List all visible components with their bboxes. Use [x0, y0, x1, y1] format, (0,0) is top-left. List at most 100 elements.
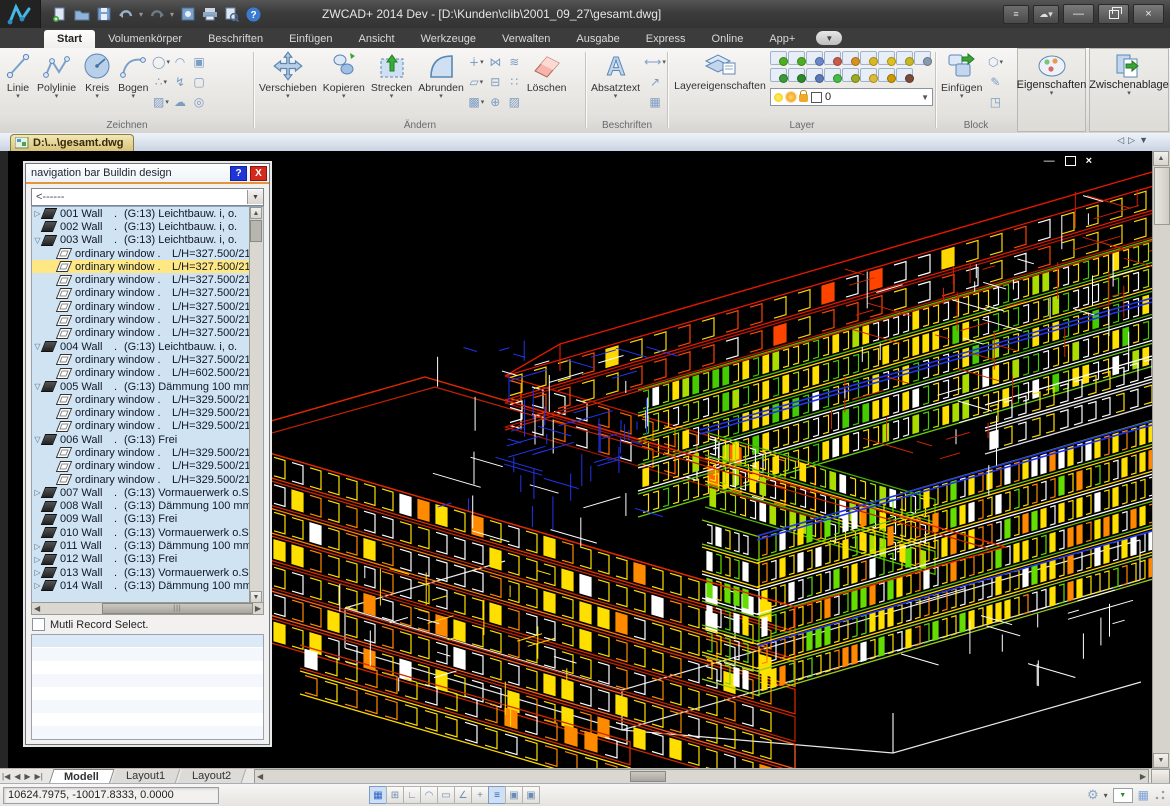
- linie-button[interactable]: Linie▾: [2, 48, 34, 99]
- aendern-tool-icon-5[interactable]: ∷: [505, 72, 524, 92]
- tree-row[interactable]: ordinary window .L/H=327.500/210.00: [32, 327, 263, 340]
- tree-row[interactable]: ordinary window .L/H=329.500/210.00: [32, 473, 263, 486]
- hscroll-right-icon[interactable]: ▶: [1140, 772, 1146, 781]
- scroll-down-icon[interactable]: ▼: [1153, 753, 1169, 768]
- beschriften-tool-icon-0[interactable]: ⟷▾: [643, 52, 667, 72]
- ribbon-tab-ansicht[interactable]: Ansicht: [346, 30, 408, 48]
- ribbon-tab-ausgabe[interactable]: Ausgabe: [563, 30, 632, 48]
- layout-tab-layout1[interactable]: Layout1: [111, 769, 180, 783]
- ribbon-tab-start[interactable]: Start: [44, 30, 95, 48]
- tree-row-selected[interactable]: ordinary window .L/H=327.500/210.00: [32, 260, 263, 273]
- tree-row[interactable]: ▷013 Wall.(G:13) Vormauerwerk o.S.,: [32, 566, 263, 579]
- print-icon[interactable]: [201, 6, 218, 23]
- aendern-tool-icon-3[interactable]: ▱▾: [467, 72, 486, 92]
- cloud-icon[interactable]: ☁▾: [1033, 5, 1059, 24]
- status-toggle-angle[interactable]: ∠: [454, 786, 472, 804]
- tree-row[interactable]: ▷007 Wall.(G:13) Vormauerwerk o.S.,: [32, 486, 263, 499]
- tree-row[interactable]: ordinary window .L/H=327.500/210.00: [32, 247, 263, 260]
- help-icon[interactable]: ?: [245, 6, 262, 23]
- beschriften-tool-icon-1[interactable]: ↗: [643, 72, 667, 92]
- tree-row[interactable]: ordinary window .L/H=329.500/210.00: [32, 406, 263, 419]
- canvas-horizontal-scrollbar[interactable]: ◀ ▶: [254, 769, 1149, 784]
- ribbon-tab-beschriften[interactable]: Beschriften: [195, 30, 276, 48]
- plot-icon[interactable]: [179, 6, 196, 23]
- layer-tool-icon-16[interactable]: [896, 68, 913, 82]
- zeichnen-tool-icon-4[interactable]: ↯: [170, 72, 189, 92]
- bogen-button[interactable]: Bogen▾: [115, 48, 151, 99]
- status-toggle-osnap[interactable]: ▭: [437, 786, 455, 804]
- layer-tool-icon-5[interactable]: [860, 51, 877, 65]
- layer-on-icon[interactable]: [774, 93, 783, 102]
- layer-tool-icon-8[interactable]: [914, 51, 931, 65]
- palette-close-button[interactable]: X: [250, 166, 267, 181]
- wall-tree-list[interactable]: ▷001 Wall.(G:13) Leichtbauw. i, o.002 Wa…: [31, 206, 264, 604]
- hscroll-right-icon[interactable]: ▶: [255, 604, 261, 613]
- layer-tool-icon-1[interactable]: [788, 51, 805, 65]
- zeichnen-tool-icon-5[interactable]: ▢: [189, 72, 208, 92]
- app-logo-icon[interactable]: [0, 0, 41, 28]
- layout-tab-layout2[interactable]: Layout2: [178, 769, 247, 783]
- block-tool-icon-2[interactable]: ◳: [985, 92, 1005, 112]
- ribbon-tab-verwalten[interactable]: Verwalten: [489, 30, 563, 48]
- kreis-button[interactable]: Kreis▾: [79, 48, 115, 99]
- status-toggle-paper[interactable]: ▣: [522, 786, 540, 804]
- scrollbar-corner-box[interactable]: [1151, 769, 1170, 784]
- tree-row[interactable]: 010 Wall.(G:13) Vormauerwerk o.S.,: [32, 526, 263, 539]
- last-tab-icon[interactable]: ▶|: [35, 772, 43, 781]
- ribbon-tab-app+[interactable]: App+: [756, 30, 808, 48]
- aendern-tool-icon-8[interactable]: ▨: [505, 92, 524, 112]
- aendern-tool-icon-4[interactable]: ⊟: [486, 72, 505, 92]
- layer-tool-icon-4[interactable]: [842, 51, 859, 65]
- minimize-button[interactable]: —: [1063, 4, 1094, 24]
- palette-help-button[interactable]: ?: [230, 166, 247, 181]
- resize-grip[interactable]: [1154, 789, 1166, 801]
- status-toggle-ortho[interactable]: ∟: [403, 786, 421, 804]
- document-tab[interactable]: D:\...\gesamt.dwg: [10, 134, 134, 151]
- tree-row[interactable]: ▽005 Wall.(G:13) Dämmung 100 mm: [32, 380, 263, 393]
- tree-row[interactable]: ▽006 Wall.(G:13) Frei: [32, 433, 263, 446]
- zeichnen-tool-icon-1[interactable]: ◠: [170, 52, 189, 72]
- hscroll-left-icon[interactable]: ◀: [257, 772, 263, 781]
- tree-row[interactable]: ▷014 Wall.(G:13) Dämmung 100 mm: [32, 579, 263, 592]
- aendern-tool-icon-2[interactable]: ≋: [505, 52, 524, 72]
- layer-tool-icon-9[interactable]: [770, 68, 787, 82]
- gear-icon[interactable]: ⚙: [1087, 787, 1099, 803]
- strecken-button[interactable]: Strecken▾: [368, 48, 415, 99]
- doc-restore-icon[interactable]: [1065, 156, 1076, 166]
- tree-row[interactable]: ordinary window .L/H=327.500/210.00: [32, 300, 263, 313]
- layer-tool-icon-2[interactable]: [806, 51, 823, 65]
- layer-tool-icon-3[interactable]: [824, 51, 841, 65]
- doc-minimize-icon[interactable]: —: [1044, 155, 1055, 167]
- tree-row[interactable]: 002 Wall.(G:13) Leichtbauw. i, o.: [32, 220, 263, 233]
- status-toggle-lineweight[interactable]: ≡: [488, 786, 506, 804]
- tree-row[interactable]: ordinary window .L/H=327.500/210.00: [32, 313, 263, 326]
- tree-row[interactable]: ordinary window .L/H=329.500/210.00: [32, 393, 263, 406]
- ribbon-tab-werkzeuge[interactable]: Werkzeuge: [408, 30, 489, 48]
- block-tool-icon-1[interactable]: ✎: [985, 72, 1005, 92]
- layer-tool-icon-10[interactable]: [788, 68, 805, 82]
- zeichnen-tool-icon-8[interactable]: ◎: [189, 92, 208, 112]
- tree-row[interactable]: 009 Wall.(G:13) Frei: [32, 513, 263, 526]
- doc-close-icon[interactable]: ×: [1086, 155, 1092, 167]
- palette-filter-combo[interactable]: <------ ▼: [31, 188, 264, 206]
- tree-row[interactable]: ordinary window .L/H=327.500/210.00: [32, 353, 263, 366]
- tree-row[interactable]: ordinary window .L/H=602.500/210.00: [32, 367, 263, 380]
- tree-hscroll-thumb[interactable]: |||: [102, 603, 253, 614]
- redo-icon[interactable]: [148, 6, 165, 23]
- ribbon-tab-online[interactable]: Online: [699, 30, 757, 48]
- einfuegen-button[interactable]: Einfügen▾: [938, 48, 985, 99]
- tree-row[interactable]: ordinary window .L/H=329.500/210.00: [32, 460, 263, 473]
- polylinie-button[interactable]: Polylinie▾: [34, 48, 79, 99]
- layereigenschaften-button[interactable]: Layereigenschaften: [670, 48, 770, 92]
- combo-dropdown-icon[interactable]: ▼: [247, 190, 263, 204]
- eigenschaften-button[interactable]: Eigenschaften▾: [1017, 48, 1086, 132]
- status-toggle-model[interactable]: ▣: [505, 786, 523, 804]
- tree-row[interactable]: ▽004 Wall.(G:13) Leichtbauw. i, o.: [32, 340, 263, 353]
- aendern-tool-icon-7[interactable]: ⊕: [486, 92, 505, 112]
- layer-tool-icon-0[interactable]: [770, 51, 787, 65]
- aendern-tool-icon-1[interactable]: ⋈: [486, 52, 505, 72]
- tree-scroll-thumb[interactable]: [250, 220, 262, 242]
- tree-row[interactable]: ▷011 Wall.(G:13) Dämmung 100 mm: [32, 539, 263, 552]
- next-tab-icon[interactable]: ▶: [24, 772, 30, 781]
- hscroll-left-icon[interactable]: ◀: [34, 604, 40, 613]
